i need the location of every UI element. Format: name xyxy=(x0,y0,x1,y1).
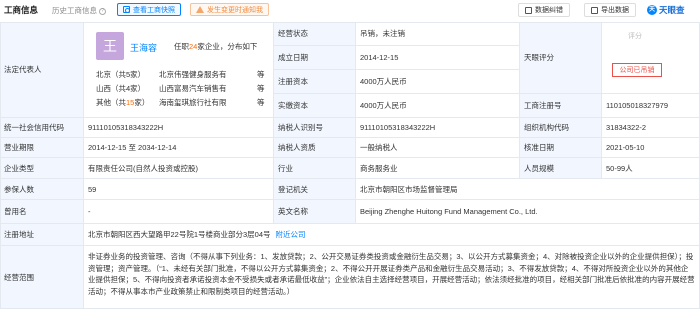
logo-text: 天眼查 xyxy=(659,5,685,15)
company-type-value: 有限责任公司(自然人投资或控股) xyxy=(84,158,274,179)
help-icon[interactable]: ? xyxy=(99,8,106,15)
address-label: 注册地址 xyxy=(0,224,84,246)
reg-no-label: 工商注册号 xyxy=(520,94,602,118)
authority-value: 北京市朝阳区市场监督管理局 xyxy=(356,179,700,200)
legal-rep-summary: 任职24家企业，分布如下 xyxy=(174,41,257,52)
credit-code-value: 91110105318343222H xyxy=(84,118,274,138)
taxpayer-qualification-value: 一般纳税人 xyxy=(356,138,520,158)
rating-score-text: 评分 xyxy=(628,33,642,40)
view-snapshot-button[interactable]: 查看工商快照 xyxy=(117,3,181,16)
legal-rep-name-link[interactable]: 王海容 xyxy=(130,41,157,54)
former-name-label: 曾用名 xyxy=(0,200,84,224)
camera-icon xyxy=(123,6,130,13)
taxpayer-id-label: 纳税人识别号 xyxy=(274,118,356,138)
founded-value: 2014-12-15 xyxy=(356,46,520,70)
address-value: 北京市朝阳区西大望路甲22号院1号楼商业部分3层04号 xyxy=(88,230,271,239)
region-count-suffix: 家） xyxy=(134,98,150,107)
approval-date-value: 2021-05-10 xyxy=(602,138,700,158)
legal-rep-summary-suffix: 家企业，分布如下 xyxy=(197,42,258,51)
taxpayer-qualification-label: 纳税人资质 xyxy=(274,138,356,158)
scope-value: 非证券业务的投资管理、咨询（不得从事下列业务：1、发放贷款；2、公开交易证券类投… xyxy=(84,246,700,309)
logo-mark: 天 xyxy=(647,5,657,15)
region-company-link[interactable]: 北京伟强健身服务有 xyxy=(159,69,227,80)
legal-rep-region-row: 其他（共15家） 海南玺琪旅行社有限 等 xyxy=(96,97,265,108)
region-count: （共5家） xyxy=(111,70,146,79)
status-label: 经营状态 xyxy=(274,22,356,46)
legal-rep-label: 法定代表人 xyxy=(0,22,84,118)
rating-label: 天眼评分 xyxy=(520,22,602,94)
address-cell: 北京市朝阳区西大望路甲22号院1号楼商业部分3层04号 附近公司 xyxy=(84,224,700,246)
region-company-link[interactable]: 海南玺琪旅行社有限 xyxy=(159,97,227,108)
term-label: 营业期限 xyxy=(0,138,84,158)
industry-label: 行业 xyxy=(274,158,356,179)
region-name: 其他 xyxy=(96,98,111,107)
taxpayer-id-value: 91110105318343222H xyxy=(356,118,520,138)
scope-label: 经营范围 xyxy=(0,246,84,309)
view-snapshot-label: 查看工商快照 xyxy=(133,6,175,14)
legal-rep-summary-prefix: 任职 xyxy=(174,42,189,51)
change-alert-label: 发生变更时通知我 xyxy=(207,6,263,14)
export-data-label: 导出数据 xyxy=(601,7,629,14)
region-count: （共4家） xyxy=(111,84,146,93)
insured-label: 参保人数 xyxy=(0,179,84,200)
english-name-label: 英文名称 xyxy=(274,200,356,224)
paid-capital-value: 4000万人民币 xyxy=(356,94,520,118)
tab-history-info[interactable]: 历史工商信息? xyxy=(52,5,106,16)
paid-capital-label: 实缴资本 xyxy=(274,94,356,118)
region-etc: 等 xyxy=(257,70,265,79)
bell-icon xyxy=(196,6,204,13)
tianyancha-logo: 天天眼查 xyxy=(647,4,685,16)
nearby-companies-link[interactable]: 附近公司 xyxy=(276,229,306,240)
change-alert-button[interactable]: 发生变更时通知我 xyxy=(190,3,269,16)
reg-no-value: 110105018327979 xyxy=(602,94,700,118)
english-name-value: Beijing Zhenghe Huitong Fund Management … xyxy=(356,200,700,224)
export-data-button[interactable]: 导出数据 xyxy=(584,3,636,17)
insured-value: 59 xyxy=(84,179,274,200)
data-correction-button[interactable]: 数据纠错 xyxy=(518,3,570,17)
staff-size-label: 人员规模 xyxy=(520,158,602,179)
region-name: 北京 xyxy=(96,70,111,79)
revoked-badge: 公司已吊销 xyxy=(612,63,662,77)
legal-rep-region-row: 北京（共5家） 北京伟强健身服务有 等 xyxy=(96,69,265,80)
legal-rep-cell: 王 王海容 任职24家企业，分布如下 北京（共5家） 北京伟强健身服务有 等 山… xyxy=(84,22,274,118)
reg-capital-value: 4000万人民币 xyxy=(356,70,520,94)
org-code-value: 31834322-2 xyxy=(602,118,700,138)
region-count-prefix: （共 xyxy=(111,98,126,107)
region-company-link[interactable]: 山西富易汽车销售有 xyxy=(159,83,227,94)
export-icon xyxy=(591,6,598,14)
founded-label: 成立日期 xyxy=(274,46,356,70)
tab-history-label: 历史工商信息 xyxy=(52,6,97,15)
status-value: 吊销，未注销 xyxy=(356,22,520,46)
avatar: 王 xyxy=(96,32,124,60)
company-type-label: 企业类型 xyxy=(0,158,84,179)
rating-cell xyxy=(602,22,700,94)
org-code-label: 组织机构代码 xyxy=(520,118,602,138)
data-correction-label: 数据纠错 xyxy=(535,7,563,14)
credit-code-label: 统一社会信用代码 xyxy=(0,118,84,138)
header-bar: 工商信息 历史工商信息? 查看工商快照 发生变更时通知我 数据纠错 导出数据 天… xyxy=(0,0,700,22)
legal-rep-region-row: 山西（共4家） 山西富易汽车销售有 等 xyxy=(96,83,265,94)
reg-capital-label: 注册资本 xyxy=(274,70,356,94)
region-etc: 等 xyxy=(257,84,265,93)
tab-business-info[interactable]: 工商信息 xyxy=(4,4,38,16)
approval-date-label: 核准日期 xyxy=(520,138,602,158)
edit-icon xyxy=(525,6,532,14)
former-name-value: - xyxy=(84,200,274,224)
region-name: 山西 xyxy=(96,84,111,93)
industry-value: 商务服务业 xyxy=(356,158,520,179)
term-value: 2014-12-15 至 2034-12-14 xyxy=(84,138,274,158)
staff-size-value: 50-99人 xyxy=(602,158,700,179)
region-etc: 等 xyxy=(257,98,265,107)
authority-label: 登记机关 xyxy=(274,179,356,200)
